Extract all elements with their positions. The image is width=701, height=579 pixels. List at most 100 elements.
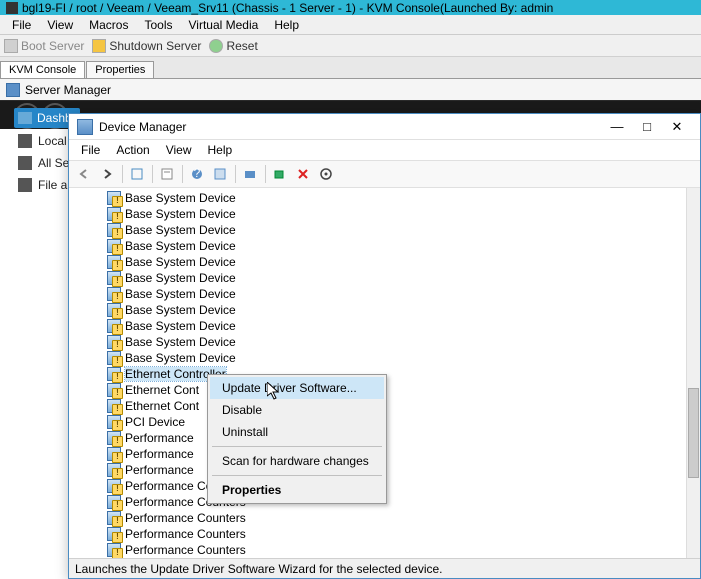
dm-menubar: File Action View Help bbox=[69, 140, 700, 160]
kvm-menubar: File View Macros Tools Virtual Media Hel… bbox=[0, 15, 701, 35]
tree-item[interactable]: Performance Counters bbox=[107, 542, 686, 558]
shutdown-label: Shutdown Server bbox=[109, 39, 201, 53]
reset-icon bbox=[209, 39, 223, 53]
menu-tools[interactable]: Tools bbox=[136, 16, 180, 34]
tree-item[interactable]: Performance Counters bbox=[107, 494, 686, 510]
close-button[interactable]: ✕ bbox=[662, 117, 692, 137]
maximize-button[interactable]: □ bbox=[632, 117, 662, 137]
tree-item-label: Base System Device bbox=[125, 319, 236, 333]
menu-view[interactable]: View bbox=[39, 16, 81, 34]
tree-item[interactable]: PCI Device bbox=[107, 414, 686, 430]
disable-button[interactable] bbox=[315, 163, 337, 185]
help-button[interactable]: ? bbox=[186, 163, 208, 185]
device-icon bbox=[107, 271, 121, 285]
dm-menu-help[interactable]: Help bbox=[200, 141, 241, 159]
tree-item-label: Performance Counters bbox=[125, 527, 246, 541]
tree-item[interactable]: Performance Counters bbox=[107, 478, 686, 494]
title-text: bgl19-FI / root / Veeam / Veeam_Srv11 (C… bbox=[22, 1, 553, 15]
server-icon bbox=[18, 134, 32, 148]
tree-item[interactable]: Base System Device bbox=[107, 318, 686, 334]
reset-button[interactable]: Reset bbox=[209, 39, 257, 53]
server-manager-bar: Server Manager bbox=[0, 79, 701, 101]
tree-item-label: Base System Device bbox=[125, 271, 236, 285]
scrollbar-thumb[interactable] bbox=[688, 388, 699, 478]
tree-item[interactable]: Base System Device bbox=[107, 206, 686, 222]
app-icon bbox=[6, 2, 18, 14]
tree-item[interactable]: Ethernet Cont bbox=[107, 382, 686, 398]
device-manager-window: Device Manager — □ ✕ File Action View He… bbox=[68, 113, 701, 579]
ctx-disable[interactable]: Disable bbox=[210, 399, 384, 421]
ctx-uninstall[interactable]: Uninstall bbox=[210, 421, 384, 443]
tree-item[interactable]: Base System Device bbox=[107, 238, 686, 254]
back-button[interactable] bbox=[73, 163, 95, 185]
shutdown-server-button[interactable]: Shutdown Server bbox=[92, 39, 201, 53]
device-icon bbox=[107, 255, 121, 269]
refresh-button[interactable] bbox=[209, 163, 231, 185]
device-icon bbox=[107, 495, 121, 509]
tree-item[interactable]: Performance bbox=[107, 446, 686, 462]
tree-item[interactable]: Performance Counters bbox=[107, 510, 686, 526]
device-icon bbox=[107, 223, 121, 237]
ctx-separator bbox=[212, 446, 382, 447]
reset-label: Reset bbox=[226, 39, 257, 53]
tree-item[interactable]: Base System Device bbox=[107, 190, 686, 206]
tree-item[interactable]: Performance Counters bbox=[107, 526, 686, 542]
tree-item[interactable]: Ethernet Controller bbox=[107, 366, 686, 382]
tree-item[interactable]: Base System Device bbox=[107, 350, 686, 366]
tree-item[interactable]: Performance bbox=[107, 430, 686, 446]
dm-menu-action[interactable]: Action bbox=[108, 141, 157, 159]
device-icon bbox=[107, 479, 121, 493]
tab-properties[interactable]: Properties bbox=[86, 61, 154, 78]
uninstall-button[interactable] bbox=[292, 163, 314, 185]
device-icon bbox=[107, 463, 121, 477]
tree-item[interactable]: Ethernet Cont bbox=[107, 398, 686, 414]
server-manager-icon bbox=[6, 83, 20, 97]
dm-menu-file[interactable]: File bbox=[73, 141, 108, 159]
tree-item-label: Ethernet Cont bbox=[125, 383, 199, 397]
device-icon bbox=[107, 287, 121, 301]
kvm-tabs: KVM Console Properties bbox=[0, 57, 701, 79]
menu-virtual-media[interactable]: Virtual Media bbox=[181, 16, 267, 34]
forward-button[interactable] bbox=[96, 163, 118, 185]
show-hidden-button[interactable] bbox=[126, 163, 148, 185]
file-icon bbox=[18, 178, 32, 192]
device-icon bbox=[107, 207, 121, 221]
tab-kvm-console[interactable]: KVM Console bbox=[0, 61, 85, 78]
ctx-properties[interactable]: Properties bbox=[210, 479, 384, 501]
minimize-button[interactable]: — bbox=[602, 117, 632, 137]
tree-item[interactable]: Base System Device bbox=[107, 270, 686, 286]
device-icon bbox=[107, 447, 121, 461]
tree-item-label: PCI Device bbox=[125, 415, 185, 429]
tree-item[interactable]: Base System Device bbox=[107, 222, 686, 238]
tree-item-label: Performance bbox=[125, 463, 194, 477]
device-icon bbox=[107, 399, 121, 413]
shutdown-icon bbox=[92, 39, 106, 53]
tree-item-label: Base System Device bbox=[125, 287, 236, 301]
tree-item[interactable]: Base System Device bbox=[107, 254, 686, 270]
tree-item-label: Base System Device bbox=[125, 351, 236, 365]
tree-item[interactable]: Base System Device bbox=[107, 286, 686, 302]
dm-menu-view[interactable]: View bbox=[158, 141, 200, 159]
tree-item[interactable]: Performance bbox=[107, 462, 686, 478]
ctx-scan[interactable]: Scan for hardware changes bbox=[210, 450, 384, 472]
dm-titlebar: Device Manager — □ ✕ bbox=[69, 114, 700, 140]
menu-help[interactable]: Help bbox=[266, 16, 307, 34]
tree-item[interactable]: Base System Device bbox=[107, 302, 686, 318]
scan-hardware-button[interactable] bbox=[269, 163, 291, 185]
ctx-update-driver[interactable]: Update Driver Software... bbox=[210, 377, 384, 399]
scrollbar[interactable] bbox=[686, 188, 700, 558]
properties-button[interactable] bbox=[156, 163, 178, 185]
tree-item-label: Base System Device bbox=[125, 223, 236, 237]
menu-file[interactable]: File bbox=[4, 16, 39, 34]
tree-item[interactable]: Base System Device bbox=[107, 334, 686, 350]
device-icon bbox=[107, 351, 121, 365]
tree-item-label: Base System Device bbox=[125, 303, 236, 317]
kvm-titlebar: bgl19-FI / root / Veeam / Veeam_Srv11 (C… bbox=[0, 0, 701, 15]
update-driver-button[interactable] bbox=[239, 163, 261, 185]
device-icon bbox=[107, 335, 121, 349]
dashboard-icon bbox=[18, 112, 32, 124]
tree-item-label: Base System Device bbox=[125, 207, 236, 221]
menu-macros[interactable]: Macros bbox=[81, 16, 136, 34]
boot-server-button[interactable]: Boot Server bbox=[4, 39, 84, 53]
status-text: Launches the Update Driver Software Wiza… bbox=[75, 562, 443, 576]
